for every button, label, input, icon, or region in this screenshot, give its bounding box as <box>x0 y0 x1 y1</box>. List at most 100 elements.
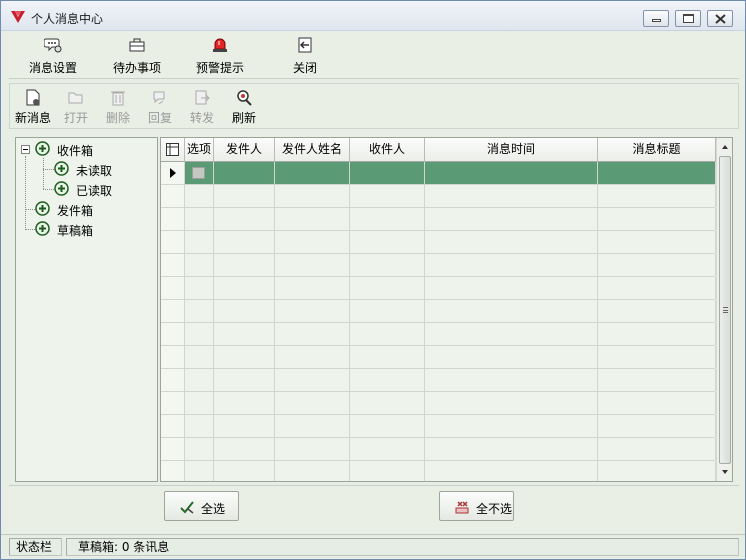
refresh-button[interactable]: 刷新 <box>226 84 262 128</box>
table-cell[interactable] <box>185 346 214 368</box>
table-cell[interactable] <box>598 369 716 391</box>
table-cell[interactable] <box>425 254 598 276</box>
open-button[interactable]: 打开 <box>58 84 94 128</box>
row-header[interactable] <box>161 208 185 230</box>
row-header[interactable] <box>161 323 185 345</box>
table-cell[interactable] <box>350 461 425 481</box>
exit-button[interactable]: 关闭 <box>280 32 330 78</box>
table-cell[interactable] <box>598 185 716 207</box>
title-bar[interactable]: 个人消息中心 <box>1 1 745 31</box>
table-row[interactable] <box>161 323 716 346</box>
table-row[interactable] <box>161 208 716 231</box>
table-cell[interactable] <box>275 323 350 345</box>
table-cell[interactable] <box>350 162 425 184</box>
table-row[interactable] <box>161 415 716 438</box>
table-cell[interactable] <box>214 300 275 322</box>
table-cell[interactable] <box>185 300 214 322</box>
table-cell[interactable] <box>350 185 425 207</box>
table-cell[interactable] <box>214 277 275 299</box>
table-row[interactable] <box>161 438 716 461</box>
table-row[interactable] <box>161 254 716 277</box>
table-cell[interactable] <box>185 323 214 345</box>
row-header[interactable] <box>161 392 185 414</box>
row-header[interactable] <box>161 185 185 207</box>
table-cell[interactable] <box>598 346 716 368</box>
table-cell[interactable] <box>350 231 425 253</box>
table-cell[interactable] <box>350 208 425 230</box>
table-cell[interactable] <box>425 369 598 391</box>
scroll-up-icon[interactable] <box>717 139 733 155</box>
table-cell[interactable] <box>214 208 275 230</box>
table-cell[interactable] <box>350 392 425 414</box>
table-cell[interactable] <box>275 162 350 184</box>
table-cell[interactable] <box>350 300 425 322</box>
column-header-sender[interactable]: 发件人 <box>214 138 275 162</box>
table-row[interactable] <box>161 369 716 392</box>
table-cell[interactable] <box>275 369 350 391</box>
table-cell[interactable] <box>598 231 716 253</box>
table-cell[interactable] <box>275 300 350 322</box>
table-cell[interactable] <box>214 369 275 391</box>
table-cell[interactable] <box>425 461 598 481</box>
table-cell[interactable] <box>185 162 214 184</box>
table-cell[interactable] <box>350 323 425 345</box>
row-header[interactable] <box>161 300 185 322</box>
table-cell[interactable] <box>425 277 598 299</box>
scroll-thumb[interactable] <box>719 156 731 464</box>
table-cell[interactable] <box>350 438 425 460</box>
new-message-button[interactable]: 新消息 <box>12 84 54 128</box>
table-cell[interactable] <box>214 231 275 253</box>
table-row[interactable] <box>161 346 716 369</box>
table-cell[interactable] <box>214 461 275 481</box>
table-cell[interactable] <box>425 231 598 253</box>
table-cell[interactable] <box>214 185 275 207</box>
todo-button[interactable]: 待办事项 <box>107 32 167 78</box>
scroll-down-icon[interactable] <box>717 464 733 480</box>
tree-item-outbox[interactable]: 发件箱 <box>35 200 145 218</box>
column-header-time[interactable]: 消息时间 <box>425 138 598 162</box>
table-cell[interactable] <box>185 277 214 299</box>
table-cell[interactable] <box>214 438 275 460</box>
row-header[interactable] <box>161 231 185 253</box>
alert-button[interactable]: 预警提示 <box>190 32 250 78</box>
table-row[interactable] <box>161 461 716 481</box>
table-cell[interactable] <box>598 300 716 322</box>
table-row[interactable] <box>161 277 716 300</box>
table-cell[interactable] <box>214 323 275 345</box>
table-cell[interactable] <box>214 392 275 414</box>
table-cell[interactable] <box>425 323 598 345</box>
row-header[interactable] <box>161 461 185 481</box>
table-cell[interactable] <box>350 415 425 437</box>
table-row[interactable] <box>161 231 716 254</box>
table-cell[interactable] <box>350 346 425 368</box>
table-cell[interactable] <box>425 346 598 368</box>
column-header-sender-name[interactable]: 发件人姓名 <box>275 138 350 162</box>
row-header[interactable] <box>161 277 185 299</box>
table-cell[interactable] <box>350 254 425 276</box>
table-cell[interactable] <box>275 208 350 230</box>
table-cell[interactable] <box>598 208 716 230</box>
table-cell[interactable] <box>185 254 214 276</box>
table-row[interactable] <box>161 185 716 208</box>
message-settings-button[interactable]: 消息设置 <box>23 32 83 78</box>
table-cell[interactable] <box>598 254 716 276</box>
tree-item-unread[interactable]: 未读取 <box>54 160 149 178</box>
table-cell[interactable] <box>598 461 716 481</box>
column-header-recipient[interactable]: 收件人 <box>350 138 425 162</box>
column-header-option[interactable]: 选项 <box>185 138 214 162</box>
row-checkbox[interactable] <box>192 167 205 179</box>
table-cell[interactable] <box>275 185 350 207</box>
forward-button[interactable]: 转发 <box>184 84 220 128</box>
table-cell[interactable] <box>214 346 275 368</box>
table-cell[interactable] <box>275 392 350 414</box>
collapse-toggle[interactable] <box>21 145 30 154</box>
table-cell[interactable] <box>598 277 716 299</box>
table-row[interactable] <box>161 300 716 323</box>
tree-item-drafts[interactable]: 草稿箱 <box>35 220 145 238</box>
table-cell[interactable] <box>425 415 598 437</box>
table-cell[interactable] <box>275 231 350 253</box>
table-cell[interactable] <box>350 369 425 391</box>
table-cell[interactable] <box>425 438 598 460</box>
table-cell[interactable] <box>425 392 598 414</box>
table-cell[interactable] <box>185 461 214 481</box>
